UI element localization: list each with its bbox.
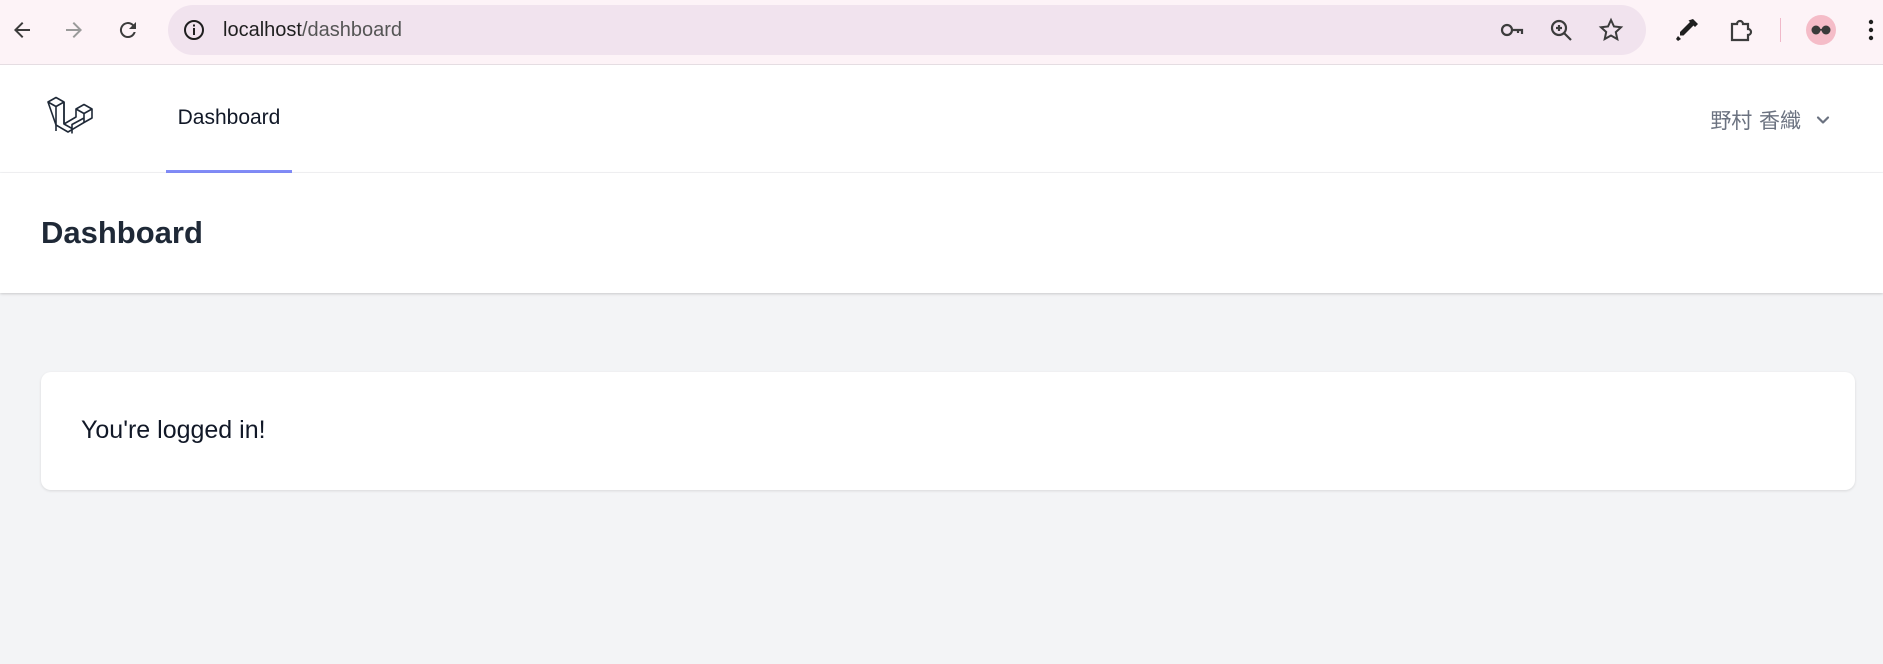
content-card: You're logged in! — [41, 372, 1855, 490]
url-host: localhost — [223, 19, 302, 41]
forward-button[interactable] — [54, 10, 94, 50]
page-header: Dashboard — [0, 173, 1883, 293]
site-info-icon[interactable] — [182, 18, 206, 42]
forward-arrow-icon — [66, 22, 82, 38]
reload-icon — [119, 22, 136, 39]
app-navigation: Dashboard 野村 香織 — [0, 65, 1883, 173]
eyedropper-icon[interactable] — [1673, 16, 1701, 44]
url-path: /dashboard — [301, 19, 403, 41]
nav-link-dashboard[interactable]: Dashboard — [166, 65, 292, 173]
extensions-puzzle-icon[interactable] — [1727, 16, 1755, 44]
logged-in-message: You're logged in! — [81, 416, 266, 444]
reload-button[interactable] — [108, 10, 148, 50]
laravel-logo-icon[interactable] — [44, 90, 100, 146]
bookmark-star-icon[interactable] — [1598, 17, 1624, 43]
glasses-icon — [1811, 25, 1831, 35]
toolbar-separator — [1780, 18, 1781, 42]
back-button[interactable] — [2, 10, 42, 50]
page-title: Dashboard — [41, 215, 203, 250]
password-key-icon[interactable] — [1499, 17, 1525, 43]
user-name: 野村 香織 — [1710, 109, 1801, 133]
chevron-down-icon — [1816, 116, 1830, 124]
back-arrow-icon — [14, 22, 30, 38]
profile-avatar-icon[interactable] — [1806, 15, 1836, 45]
address-bar[interactable]: localhost/dashboard — [168, 5, 1646, 55]
user-dropdown-trigger[interactable]: 野村 香織 — [1710, 105, 1833, 135]
zoom-icon[interactable] — [1548, 17, 1574, 43]
browser-toolbar: localhost/dashboard — [0, 0, 1883, 65]
more-menu-icon[interactable] — [1866, 18, 1876, 42]
url-text[interactable]: localhost/dashboard — [223, 19, 402, 42]
